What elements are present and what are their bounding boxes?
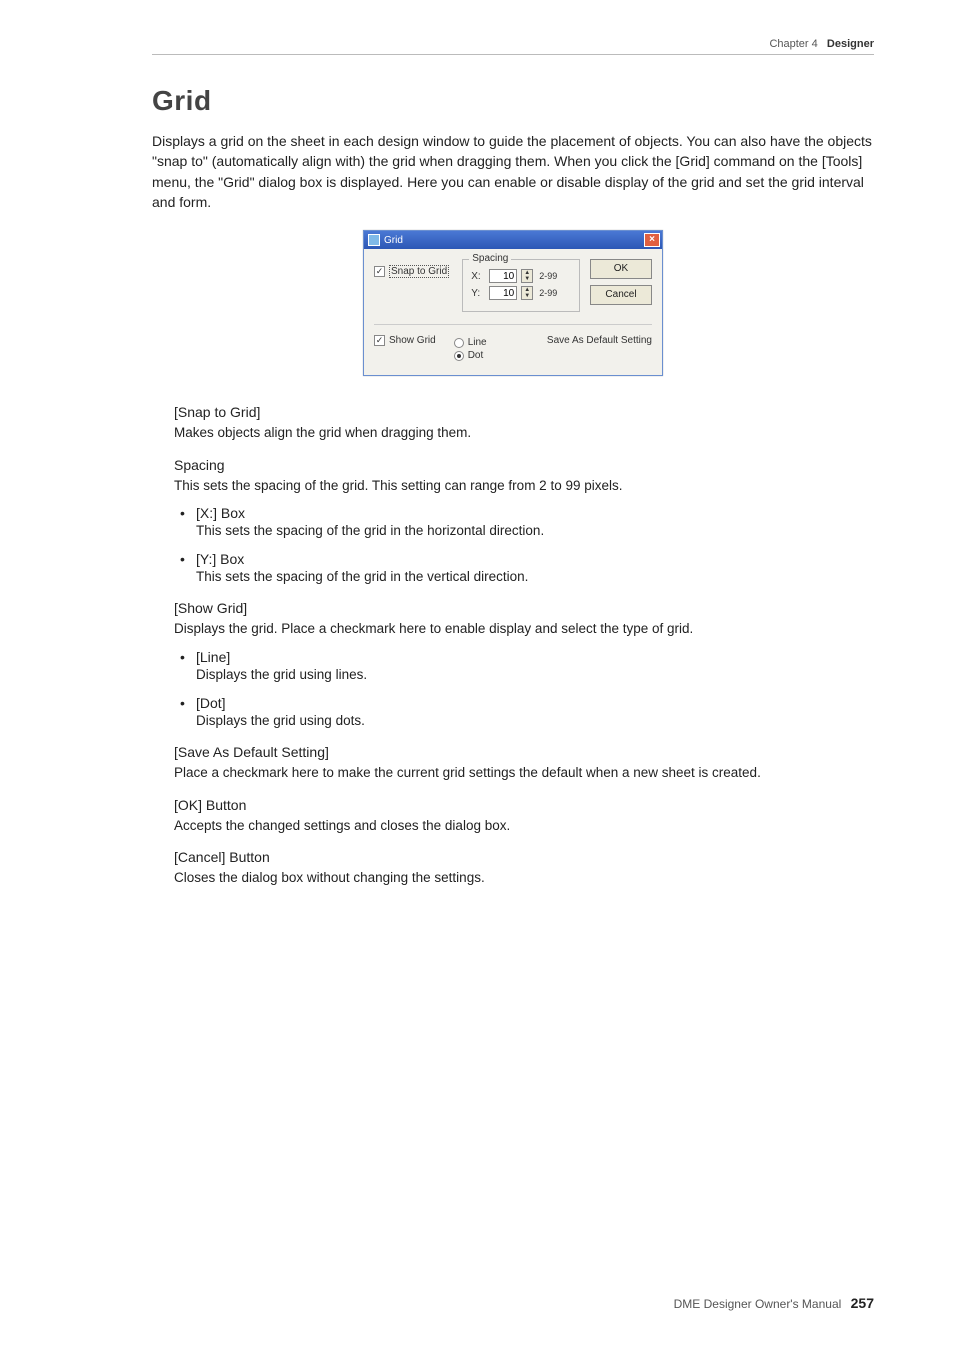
ok-button[interactable]: OK [590, 259, 652, 279]
dialog-icon [368, 234, 380, 246]
bullet-desc: Displays the grid using lines. [196, 667, 367, 682]
bullet-desc: Displays the grid using dots. [196, 713, 365, 728]
bullet-title: [X:] Box [196, 505, 874, 521]
section-text: This sets the spacing of the grid. This … [174, 476, 874, 496]
section-savedef: [Save As Default Setting] Place a checkm… [174, 744, 874, 783]
section-ok: [OK] Button Accepts the changed settings… [174, 797, 874, 836]
snap-to-grid-checkbox[interactable]: ✓ Snap to Grid [374, 265, 452, 278]
section-cancel: [Cancel] Button Closes the dialog box wi… [174, 849, 874, 888]
grid-dialog: Grid × ✓ Snap to Grid Spacing X: [363, 230, 663, 376]
spacing-group: Spacing X: ▲▼ 2-99 Y: ▲▼ 2-99 [462, 259, 580, 312]
section-text: Makes objects align the grid when draggi… [174, 423, 874, 443]
manual-title: DME Designer Owner's Manual [674, 1297, 842, 1311]
intro-paragraph: Displays a grid on the sheet in each des… [152, 131, 874, 212]
dot-radio[interactable]: Dot [454, 350, 487, 361]
section-text: Closes the dialog box without changing t… [174, 868, 874, 888]
section-heading: [Save As Default Setting] [174, 744, 874, 760]
section-heading: Spacing [174, 457, 874, 473]
spacing-legend: Spacing [469, 253, 511, 264]
radio-icon [454, 351, 464, 361]
bullet-title: [Dot] [196, 695, 874, 711]
close-icon[interactable]: × [644, 233, 660, 247]
section-showgrid: [Show Grid] Displays the grid. Place a c… [174, 600, 874, 730]
dialog-titlebar: Grid × [364, 231, 662, 249]
section-text: Displays the grid. Place a checkmark her… [174, 619, 874, 639]
save-default-label: Save As Default Setting [547, 335, 652, 346]
checkbox-icon: ✓ [374, 335, 385, 346]
list-item: [Y:] Box This sets the spacing of the gr… [196, 551, 874, 587]
y-input[interactable] [489, 286, 517, 300]
page-footer: DME Designer Owner's Manual 257 [674, 1295, 874, 1311]
grid-style-radios: Line Dot [454, 335, 487, 363]
y-spinner[interactable]: ▲▼ [521, 286, 533, 300]
section-heading: [OK] Button [174, 797, 874, 813]
checkbox-icon: ✓ [374, 266, 385, 277]
page-header: Chapter 4 Designer [152, 38, 874, 50]
save-default-checkbox[interactable]: Save As Default Setting [543, 335, 652, 346]
cancel-button[interactable]: Cancel [590, 285, 652, 305]
section-heading: [Snap to Grid] [174, 404, 874, 420]
section-heading: [Cancel] Button [174, 849, 874, 865]
section-label: Designer [827, 38, 874, 50]
x-input[interactable] [489, 269, 517, 283]
line-radio[interactable]: Line [454, 337, 487, 348]
dialog-title: Grid [384, 235, 403, 246]
header-rule [152, 54, 874, 55]
y-label: Y: [471, 288, 485, 299]
section-spacing: Spacing This sets the spacing of the gri… [174, 457, 874, 587]
list-item: [Line] Displays the grid using lines. [196, 649, 874, 685]
show-grid-checkbox[interactable]: ✓ Show Grid [374, 335, 436, 346]
x-spinner[interactable]: ▲▼ [521, 269, 533, 283]
list-item: [X:] Box This sets the spacing of the gr… [196, 505, 874, 541]
show-grid-label: Show Grid [389, 335, 436, 346]
dialog-separator [374, 324, 652, 325]
bullet-title: [Line] [196, 649, 874, 665]
list-item: [Dot] Displays the grid using dots. [196, 695, 874, 731]
page-title: Grid [152, 85, 874, 117]
section-snap: [Snap to Grid] Makes objects align the g… [174, 404, 874, 443]
x-label: X: [471, 271, 485, 282]
bullet-desc: This sets the spacing of the grid in the… [196, 523, 544, 538]
dialog-screenshot: Grid × ✓ Snap to Grid Spacing X: [152, 230, 874, 376]
chapter-label: Chapter 4 [769, 38, 817, 50]
y-range: 2-99 [539, 288, 557, 298]
section-text: Accepts the changed settings and closes … [174, 816, 874, 836]
section-text: Place a checkmark here to make the curre… [174, 763, 874, 783]
bullet-desc: This sets the spacing of the grid in the… [196, 569, 528, 584]
section-heading: [Show Grid] [174, 600, 874, 616]
page-number: 257 [851, 1295, 874, 1311]
bullet-title: [Y:] Box [196, 551, 874, 567]
x-range: 2-99 [539, 271, 557, 281]
snap-to-grid-label: Snap to Grid [389, 265, 449, 278]
radio-icon [454, 338, 464, 348]
